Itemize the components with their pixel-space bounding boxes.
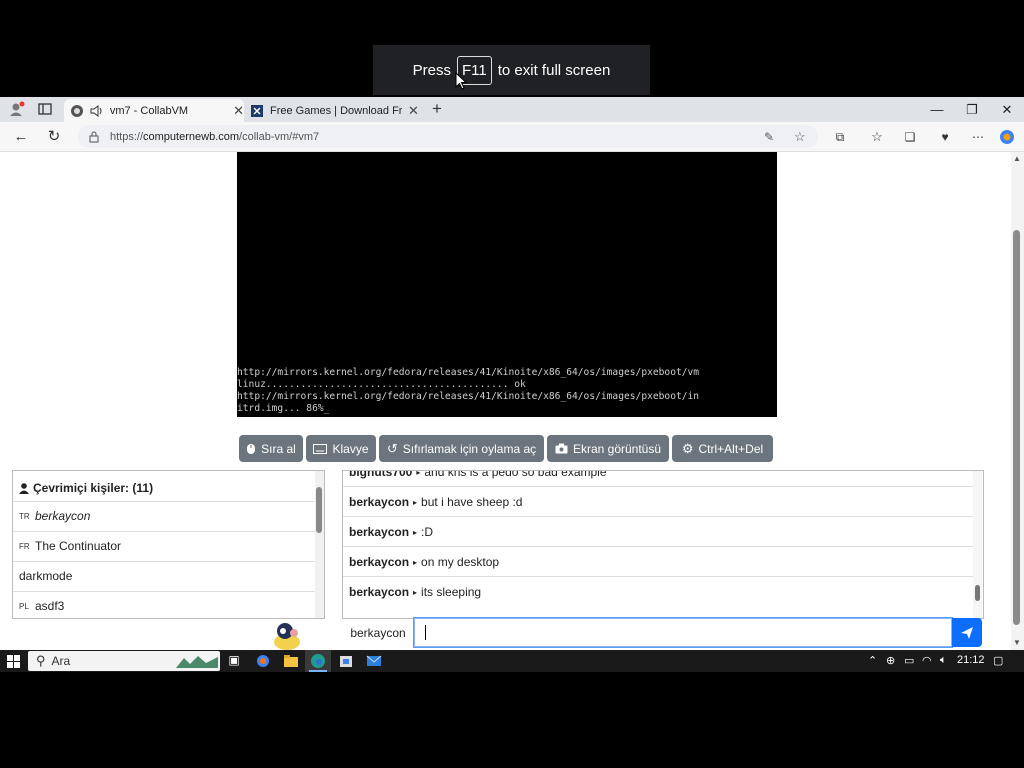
search-highlight-icon (176, 656, 218, 668)
windows-start-icon[interactable] (7, 655, 20, 668)
online-users-header: Çevrimiçi kişiler: (11) (19, 481, 153, 495)
user-name: asdf3 (35, 599, 65, 613)
tab-collabvm[interactable]: vm7 - CollabVM ✕ (64, 99, 244, 122)
url-field[interactable]: https://computernewb.com/collab-vm/#vm7 … (78, 125, 818, 148)
tab-free-games[interactable]: Free Games | Download Free Gam ✕ (246, 99, 426, 122)
vm-console-text: http://mirrors.kernel.org/fedora/release… (237, 367, 700, 414)
mouse-icon (247, 443, 256, 454)
take-turn-button[interactable]: Sıra al (239, 435, 303, 462)
mouse-cursor-icon (455, 72, 467, 90)
user-item[interactable]: FR The Continuator (19, 539, 121, 553)
url-host: computernewb.com (143, 130, 240, 143)
user-name: darkmode (19, 569, 73, 583)
taskbar: ⚲ Ara ▣ ⌃ ⊕ ▭ ◠ 🔈︎ 21:12 ▢ (0, 650, 1024, 672)
clock[interactable]: 21:12 (957, 654, 985, 666)
browser-menu-icon[interactable]: ⋯ (967, 126, 989, 148)
tab-close-icon[interactable]: ✕ (233, 103, 244, 119)
copilot-taskbar-icon[interactable] (255, 653, 271, 669)
back-icon[interactable]: ← (10, 126, 32, 148)
chat-message: berkaycon ▸:D (349, 525, 434, 539)
collabvm-favicon-icon (71, 104, 83, 117)
minimize-icon[interactable]: — (920, 99, 954, 121)
nickname-label[interactable]: berkaycon (342, 618, 414, 647)
restore-icon[interactable]: ❐ (955, 99, 989, 121)
fullscreen-notice: Press F11 to exit full screen (373, 45, 650, 95)
file-explorer-icon[interactable] (283, 653, 299, 669)
reset-arrow-icon: ↺ (386, 440, 398, 456)
active-app-indicator (309, 670, 327, 672)
tray-overflow-icon[interactable]: ⌃ (868, 654, 877, 667)
vm-display[interactable]: http://mirrors.kernel.org/fedora/release… (237, 152, 777, 417)
url-path: /collab-vm/#vm7 (239, 130, 320, 143)
tray-app-icon[interactable]: ⊕ (886, 654, 895, 667)
url-scheme: https:// (110, 130, 144, 143)
sheep-mascot-icon (274, 623, 300, 650)
user-icon (19, 482, 29, 494)
ctrl-alt-del-button[interactable]: ⚙ Ctrl+Alt+Del (672, 435, 773, 462)
chat-input[interactable] (414, 618, 952, 647)
volume-icon[interactable]: 🔈︎ (940, 654, 947, 667)
vote-reset-button[interactable]: ↺ Sıfırlamak için oylama aç (379, 435, 544, 462)
paper-plane-icon (961, 626, 973, 639)
user-name: The Continuator (35, 539, 122, 553)
camera-icon (555, 443, 568, 454)
games-favicon-icon (251, 104, 263, 117)
speaker-icon[interactable] (90, 104, 104, 117)
favorite-star-icon[interactable]: ☆ (794, 129, 806, 145)
profile-icon[interactable] (8, 101, 26, 117)
taskbar-search[interactable]: ⚲ Ara (28, 651, 220, 671)
keyboard-button[interactable]: Klavye (306, 435, 376, 462)
online-users-panel: Çevrimiçi kişiler: (11) TR berkaycon FR … (12, 470, 325, 619)
page-content: http://mirrors.kernel.org/fedora/release… (0, 152, 1011, 650)
tab-actions-icon[interactable] (38, 103, 52, 115)
user-name: berkaycon (35, 509, 91, 523)
notice-press: Press (412, 61, 452, 79)
notifications-icon[interactable]: ▢ (993, 654, 1003, 667)
favorites-icon[interactable]: ☆ (866, 126, 888, 148)
copilot-icon[interactable] (999, 129, 1015, 145)
new-tab-icon[interactable]: + (432, 99, 442, 119)
extensions-icon[interactable]: ⧉ (829, 126, 851, 148)
refresh-icon[interactable]: ↻ (43, 126, 65, 148)
search-icon: ⚲ (36, 653, 46, 668)
battery-icon[interactable]: ▭ (904, 654, 914, 667)
edge-browser-icon[interactable] (310, 653, 326, 669)
user-item[interactable]: PL asdf3 (19, 599, 64, 613)
store-icon[interactable] (338, 653, 354, 669)
notice-text: to exit full screen (497, 61, 611, 79)
user-item[interactable]: TR berkaycon (19, 509, 90, 523)
keyboard-icon (313, 443, 328, 454)
text-caret (425, 625, 426, 640)
chat-message: bignuts700 ▸ and khs is a pedo so bad exam… (349, 470, 607, 479)
performance-icon[interactable]: ♥ (934, 126, 956, 148)
tab-bar: vm7 - CollabVM ✕ Free Games | Download F… (0, 97, 1024, 122)
tab-title: Free Games | Download Free Gam (270, 104, 402, 117)
chat-panel: bignuts700 ▸ and khs is a pedo so bad exam… (342, 470, 984, 619)
user-item[interactable]: darkmode (19, 569, 72, 583)
chat-scrollbar[interactable] (973, 471, 982, 618)
tab-title: vm7 - CollabVM (109, 104, 189, 117)
window-close-icon[interactable]: ✕ (990, 99, 1024, 121)
page-scrollbar[interactable]: ▲ ▼ (1011, 152, 1024, 650)
tab-close-icon[interactable]: ✕ (408, 103, 419, 119)
browser-window: vm7 - CollabVM ✕ Free Games | Download F… (0, 97, 1024, 650)
users-scrollbar[interactable] (315, 471, 324, 618)
task-view-icon[interactable]: ▣ (226, 653, 242, 669)
send-button[interactable] (952, 618, 982, 647)
chat-message: berkaycon ▸ its sleeping (349, 585, 482, 599)
collections-icon[interactable]: ❏ (899, 126, 921, 148)
screenshot-button[interactable]: Ekran görüntüsü (547, 435, 669, 462)
gear-icon: ⚙ (681, 440, 694, 456)
wifi-icon[interactable]: ◠ (922, 654, 932, 667)
mail-icon[interactable] (366, 653, 382, 669)
lock-icon[interactable] (88, 131, 100, 143)
address-bar-row: ← ↻ https://computernewb.com/collab-vm/#… (0, 122, 1024, 152)
chat-message: berkaycon ▸ on my desktop (349, 555, 500, 569)
chat-message: berkaycon ▸ but i have sheep :d (349, 495, 523, 509)
read-aloud-icon[interactable]: ✎ (764, 130, 774, 144)
